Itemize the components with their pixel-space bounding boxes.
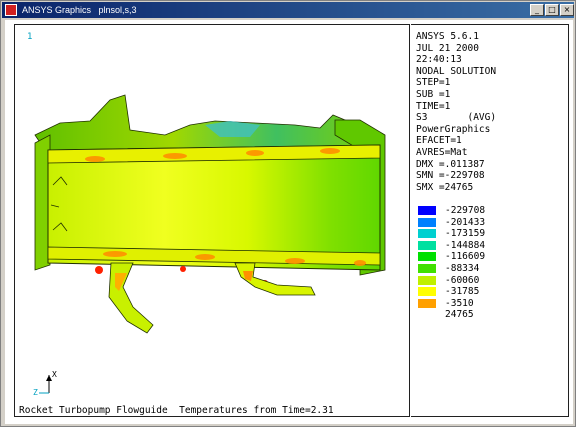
close-icon[interactable]: × [560,4,574,16]
plot-frame: 1 X Z Rocket Turbopump Flowguide Tempera… [14,24,410,417]
legend-swatch [418,229,436,239]
legend-swatch [418,287,436,297]
triad-z-label: Z [33,388,38,397]
coordinate-triad [39,375,52,394]
graphics-canvas[interactable]: 1 X Z Rocket Turbopump Flowguide Tempera… [5,20,573,424]
info-line: TIME=1 [416,100,451,112]
maximize-icon[interactable]: □ [545,4,559,16]
triad-x-label: X [52,370,57,379]
legend-label: 24765 [445,309,474,321]
info-line: STEP=1 [416,77,451,89]
upper-flange-shell [34,94,381,151]
legend-swatch [418,263,436,273]
title-bar[interactable]: ANSYS Graphics plnsol,s,3 _ □ × [2,2,574,18]
legend-swatch [418,252,436,262]
info-line: NODAL SOLUTION [416,65,497,77]
ansys-graphics-window: ANSYS Graphics plnsol,s,3 _ □ × 1 X Z Ro… [0,0,576,427]
legend-label: -31785 [445,286,480,298]
legend-label: -229708 [445,205,486,216]
info-line: SUB =1 [416,88,451,100]
ansys-app-icon [5,4,17,16]
info-line: 22:40:13 [416,54,462,66]
info-line: PowerGraphics [416,123,491,135]
legend-swatch [418,217,436,227]
legend-panel: ANSYS 5.6.1 JUL 21 2000 22:40:13 NODAL SOLU… [411,24,569,417]
legend-swatch [418,275,436,285]
window-title: ANSYS Graphics plnsol,s,3 [22,5,137,15]
flowguide-contour-plot: X Z [33,94,386,397]
solution-info: ANSYS 5.6.1 JUL 21 2000 22:40:13 NODAL SOLU… [416,31,496,193]
info-line: EFACET=1 [416,135,462,147]
minimize-icon[interactable]: _ [530,4,544,16]
legend-label: -173159 [445,228,486,240]
info-line: DMX =.011387 [416,158,485,170]
legend-label: -60060 [445,274,480,286]
info-line: S3 (AVG) [416,112,497,124]
legend-swatch [418,206,436,215]
info-line: SMN =-229708 [416,170,485,182]
legend-label: -116609 [445,251,486,263]
legend-label: -88334 [445,262,480,274]
legend-label: -201433 [445,216,486,228]
legend-swatch [418,240,436,250]
plot-caption: Rocket Turbopump Flowguide Temperatures … [19,405,334,416]
legend-swatch [418,298,436,308]
info-line: ANSYS 5.6.1 [416,31,479,42]
legend-label: -3510 [445,297,474,309]
info-line: SMX =24765 [416,181,474,193]
legend-label: -144884 [445,239,486,251]
info-line: AVRES=Mat [416,146,468,158]
info-line: JUL 21 2000 [416,42,479,54]
